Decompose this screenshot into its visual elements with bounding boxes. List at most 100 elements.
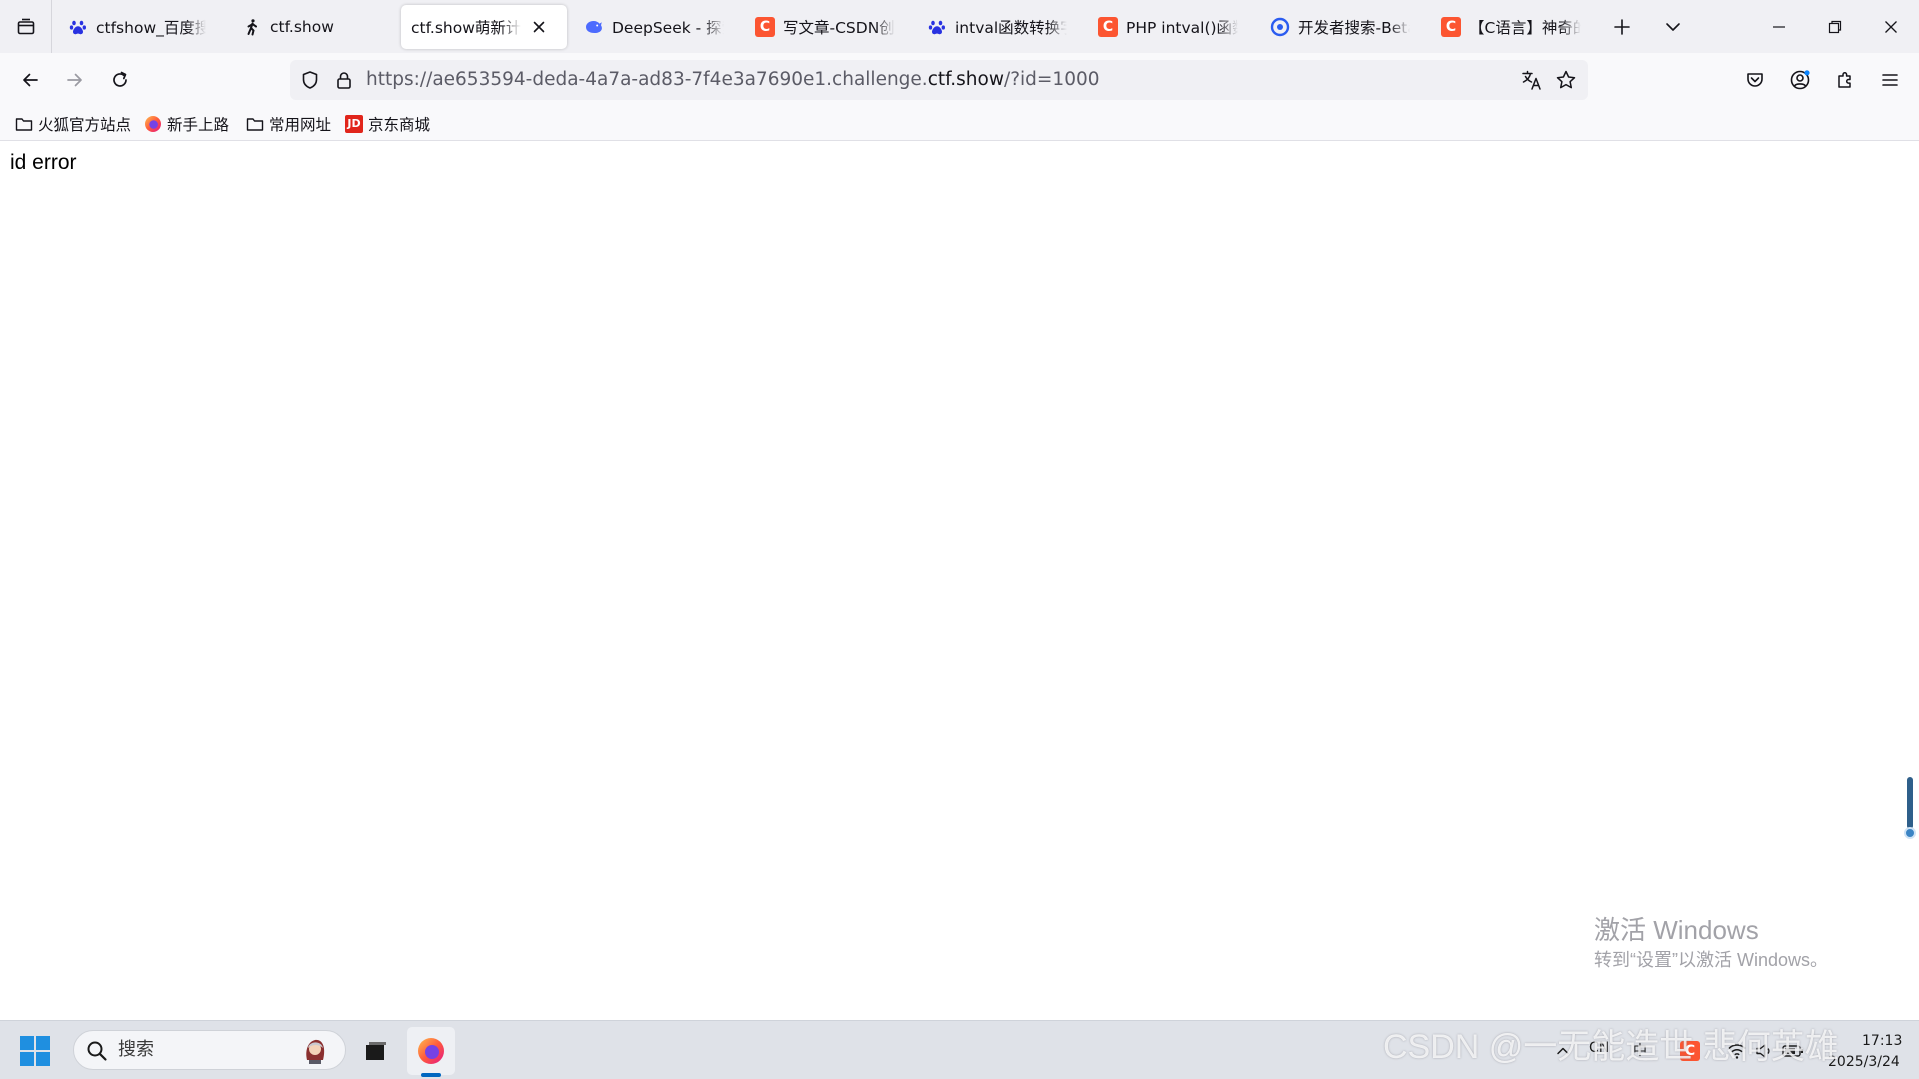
csdn-watermark: CSDN @一无能造世 悲何英雄 — [1383, 1028, 1839, 1066]
task-view-icon — [366, 1042, 386, 1060]
minimize-button[interactable] — [1751, 0, 1807, 53]
tab-list-icon — [17, 18, 34, 34]
csdn-c-icon: C — [1098, 17, 1118, 37]
search-icon — [87, 1041, 107, 1061]
new-tab-button[interactable] — [1606, 12, 1638, 42]
account-button[interactable] — [1782, 62, 1818, 98]
activate-windows-subtitle: 转到“设置”以激活 Windows。 — [1594, 950, 1829, 970]
tab-ctfshow[interactable]: ctf.show — [232, 5, 392, 49]
bookmark-common-sites[interactable]: 常用网址 — [246, 112, 331, 136]
pocket-icon — [1747, 73, 1763, 87]
ctfshow-runner-icon — [242, 17, 262, 37]
dev-search-icon — [1270, 17, 1290, 37]
taskbar-task-view[interactable] — [352, 1027, 400, 1075]
pocket-button[interactable] — [1737, 62, 1773, 98]
windows-logo-icon — [36, 1036, 50, 1050]
tab-title: ctf.show — [270, 18, 334, 36]
tab-title: intval函数转换字符串 — [955, 19, 1067, 37]
chevron-down-icon — [1666, 23, 1680, 31]
tab-title: PHP intval()函数详解 — [1126, 19, 1238, 37]
bookmark-label: 火狐官方站点 — [38, 116, 132, 134]
page-content: id error — [0, 141, 1919, 1020]
deepseek-whale-icon — [584, 17, 604, 37]
tab-list-button[interactable] — [0, 0, 52, 53]
account-icon — [1790, 70, 1810, 90]
bookmark-label: 京东商城 — [368, 116, 431, 134]
reload-button[interactable] — [102, 62, 138, 98]
url-prefix: https://ae653594-deda-4a7a-ad83-7f4e3a76… — [366, 69, 928, 90]
close-window-button[interactable] — [1863, 0, 1919, 53]
bookmark-firefox-official[interactable]: 火狐官方站点 — [15, 112, 131, 136]
url-text[interactable]: https://ae653594-deda-4a7a-ad83-7f4e3a76… — [366, 60, 1100, 100]
clock-time[interactable]: 17:13 — [1862, 1033, 1902, 1049]
arrow-right-icon — [67, 73, 82, 87]
tab-c-language[interactable]: C 【C语言】神奇的函数 — [1431, 5, 1591, 49]
plus-icon — [1614, 19, 1630, 35]
scroll-indicator[interactable] — [1907, 777, 1913, 829]
reload-icon — [113, 71, 127, 87]
start-button[interactable] — [20, 1036, 50, 1066]
windows-logo-icon — [20, 1036, 34, 1050]
search-placeholder: 搜索 — [118, 1039, 154, 1060]
translate-icon[interactable] — [1520, 68, 1544, 92]
windows-logo-icon — [20, 1052, 34, 1066]
page-body-text: id error — [10, 151, 77, 174]
tab-title: 【C语言】神奇的函数 — [1469, 19, 1581, 37]
tab-intval-search[interactable]: intval函数转换字符串 — [917, 5, 1077, 49]
bookmarks-toolbar: 火狐官方站点 新手上路 常用网址 JD 京东商城 — [0, 107, 1919, 141]
hamburger-menu-icon — [1882, 74, 1898, 86]
restore-button[interactable] — [1807, 0, 1863, 53]
screen: ctfshow_百度搜索 ctf.show ctf.show萌新计划web — [0, 0, 1919, 1079]
bookmark-getting-started[interactable]: 新手上路 — [144, 112, 229, 136]
baidu-paw-icon — [68, 17, 88, 37]
tab-title: 写文章-CSDN创作中心 — [783, 19, 895, 37]
jd-icon: JD — [345, 115, 363, 133]
url-domain: ctf.show — [927, 69, 1004, 90]
tab-title: 开发者搜索-Beta — [1298, 19, 1410, 37]
url-bar[interactable]: https://ae653594-deda-4a7a-ad83-7f4e3a76… — [290, 60, 1588, 100]
arrow-left-icon — [23, 73, 38, 87]
forward-button[interactable] — [57, 62, 93, 98]
extensions-button[interactable] — [1827, 62, 1863, 98]
restore-icon — [1828, 20, 1842, 33]
tab-title: ctf.show萌新计划web — [411, 19, 521, 37]
windows-logo-icon — [36, 1052, 50, 1066]
tab-title: DeepSeek - 探索未至之境 — [612, 19, 724, 37]
back-button[interactable] — [12, 62, 48, 98]
csdn-c-icon: C — [1441, 17, 1461, 37]
tab-baidu-search[interactable]: ctfshow_百度搜索 — [58, 5, 218, 49]
list-all-tabs-button[interactable] — [1657, 12, 1689, 42]
minimize-icon — [1773, 25, 1785, 28]
shield-icon[interactable] — [298, 68, 322, 92]
tab-deepseek[interactable]: DeepSeek - 探索未至之境 — [574, 5, 734, 49]
folder-icon — [246, 115, 264, 133]
tab-php-intval[interactable]: C PHP intval()函数详解 — [1088, 5, 1248, 49]
bookmark-jd-mall[interactable]: JD 京东商城 — [345, 112, 430, 136]
folder-icon — [15, 115, 33, 133]
tab-ctfshow-challenge[interactable]: ctf.show萌新计划web — [401, 5, 567, 49]
lock-icon[interactable] — [332, 68, 356, 92]
close-icon[interactable] — [529, 17, 549, 37]
menu-button[interactable] — [1872, 62, 1908, 98]
taskbar-firefox[interactable] — [407, 1027, 455, 1075]
star-icon[interactable] — [1554, 68, 1578, 92]
puzzle-icon — [1838, 71, 1851, 88]
tab-csdn-write[interactable]: C 写文章-CSDN创作中心 — [745, 5, 905, 49]
activate-windows-title: 激活 Windows — [1594, 915, 1759, 945]
firefox-icon — [144, 115, 162, 133]
bookmark-label: 新手上路 — [167, 116, 230, 134]
tab-title: ctfshow_百度搜索 — [96, 19, 206, 37]
bookmark-label: 常用网址 — [269, 116, 332, 134]
tab-strip: ctfshow_百度搜索 ctf.show ctf.show萌新计划web — [0, 0, 1919, 53]
firefox-icon — [418, 1038, 444, 1064]
csdn-c-icon: C — [755, 17, 775, 37]
baidu-paw-icon — [927, 17, 947, 37]
navigation-toolbar: https://ae653594-deda-4a7a-ad83-7f4e3a76… — [0, 53, 1919, 107]
scroll-handle[interactable] — [1904, 827, 1916, 839]
taskbar-search[interactable]: 搜索 — [73, 1030, 346, 1070]
active-app-indicator — [421, 1073, 441, 1077]
activate-windows-notice: 激活 Windows 转到“设置”以激活 Windows。 — [1594, 914, 1828, 972]
tab-dev-search[interactable]: 开发者搜索-Beta — [1260, 5, 1420, 49]
search-highlight-icon — [306, 1039, 325, 1064]
url-suffix: /?id=1000 — [1003, 69, 1100, 90]
